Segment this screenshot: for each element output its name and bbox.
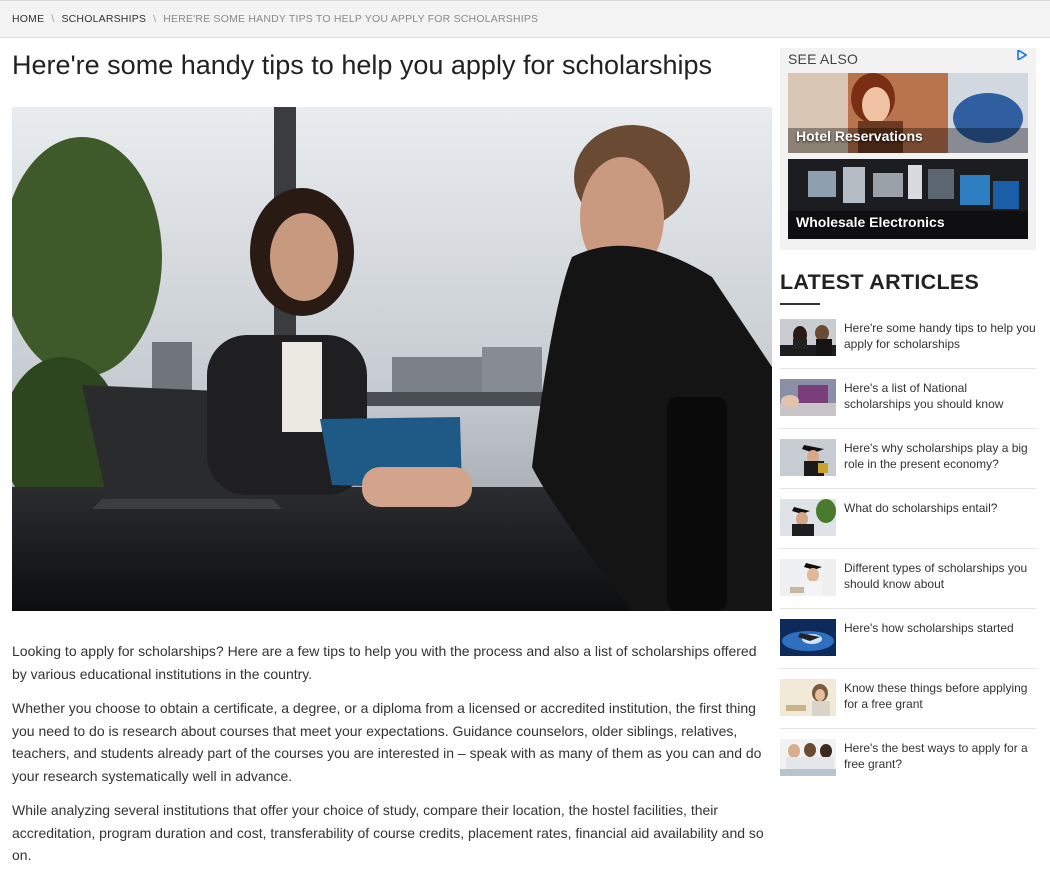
latest-article-title: Different types of scholarships you shou… <box>844 561 1028 591</box>
see-also-box: SEE ALSO Hotel Reservations Wholesale El… <box>780 48 1036 250</box>
latest-article-item[interactable]: Here's why scholarships play a big role … <box>780 429 1036 489</box>
latest-article-item[interactable]: Here's the best ways to apply for a free… <box>780 729 1036 789</box>
article-hero-image <box>12 107 772 611</box>
article-thumbnail <box>780 379 836 416</box>
article-thumbnail <box>780 559 836 596</box>
ad-tile-label: Wholesale Electronics <box>796 214 945 230</box>
article-paragraph: While analyzing several institutions tha… <box>12 802 764 863</box>
latest-article-title: What do scholarships entail? <box>844 501 998 515</box>
latest-article-item[interactable]: What do scholarships entail? <box>780 489 1036 549</box>
latest-article-title: Know these things before applying for a … <box>844 681 1028 711</box>
article-body: Looking to apply for scholarships? Here … <box>12 640 772 876</box>
latest-articles-list: Here're some handy tips to help you appl… <box>780 309 1036 789</box>
article-thumbnail <box>780 319 836 356</box>
article-paragraph: Looking to apply for scholarships? Here … <box>12 643 757 682</box>
see-also-heading: SEE ALSO <box>788 51 859 67</box>
latest-article-title: Here's the best ways to apply for a free… <box>844 741 1028 771</box>
latest-article-title: Here're some handy tips to help you appl… <box>844 321 1036 351</box>
article-thumbnail <box>780 619 836 656</box>
latest-article-title: Here's why scholarships play a big role … <box>844 441 1028 471</box>
latest-article-title: Here's how scholarships started <box>844 621 1014 635</box>
breadcrumb: HOME \ SCHOLARSHIPS \ HERE'RE SOME HANDY… <box>0 0 1050 38</box>
article-thumbnail <box>780 439 836 476</box>
article-thumbnail <box>780 739 836 776</box>
latest-article-item[interactable]: Here's how scholarships started <box>780 609 1036 669</box>
article-thumbnail <box>780 679 836 716</box>
page-title: Here're some handy tips to help you appl… <box>12 50 713 80</box>
article-paragraph: Whether you choose to obtain a certifica… <box>12 700 762 784</box>
heading-underline <box>780 303 820 305</box>
article-thumbnail <box>780 499 836 536</box>
breadcrumb-separator: \ <box>153 13 157 25</box>
ad-tile-label: Hotel Reservations <box>796 128 923 144</box>
breadcrumb-home-link[interactable]: HOME <box>12 13 44 25</box>
ad-tile-hotel-reservations[interactable]: Hotel Reservations <box>788 73 1028 153</box>
latest-article-item[interactable]: Here's a list of National scholarships y… <box>780 369 1036 429</box>
latest-article-item[interactable]: Here're some handy tips to help you appl… <box>780 309 1036 369</box>
breadcrumb-scholarships-link[interactable]: SCHOLARSHIPS <box>61 13 146 25</box>
adchoices-icon[interactable] <box>1017 48 1028 63</box>
latest-article-title: Here's a list of National scholarships y… <box>844 381 1004 411</box>
latest-article-item[interactable]: Know these things before applying for a … <box>780 669 1036 729</box>
latest-article-item[interactable]: Different types of scholarships you shou… <box>780 549 1036 609</box>
latest-articles-heading: LATEST ARTICLES <box>780 270 980 294</box>
breadcrumb-current-page: HERE'RE SOME HANDY TIPS TO HELP YOU APPL… <box>163 13 539 25</box>
breadcrumb-separator: \ <box>51 13 55 25</box>
ad-tile-wholesale-electronics[interactable]: Wholesale Electronics <box>788 159 1028 239</box>
